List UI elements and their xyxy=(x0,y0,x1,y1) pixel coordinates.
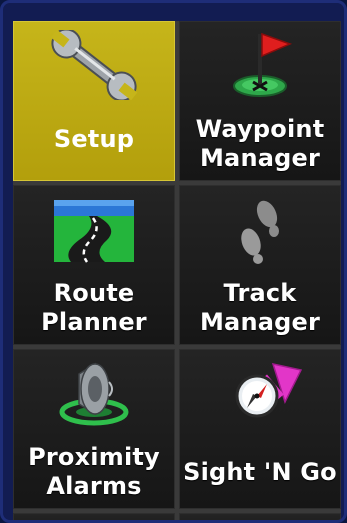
compass-icon xyxy=(235,362,303,418)
wrench-icon xyxy=(50,30,138,100)
waypoint-manager-label: Waypoint Manager xyxy=(195,115,325,172)
flag-icon xyxy=(233,32,293,97)
partial-tile-right[interactable] xyxy=(179,513,341,520)
speaker-icon xyxy=(59,362,129,426)
sight-n-go-label: Sight 'N Go xyxy=(183,458,337,486)
menu-grid: Setup Waypoint Manager Route Planner Tra… xyxy=(13,21,341,520)
setup-tile[interactable]: Setup xyxy=(13,21,175,181)
track-manager-label: Track Manager xyxy=(199,279,321,336)
footprints-icon xyxy=(241,200,279,264)
waypoint-manager-tile[interactable]: Waypoint Manager xyxy=(179,21,341,181)
road-icon xyxy=(54,200,134,263)
main-menu-frame: Setup Waypoint Manager Route Planner Tra… xyxy=(0,0,347,523)
proximity-alarms-label: Proximity Alarms xyxy=(28,443,160,500)
route-planner-tile[interactable]: Route Planner xyxy=(13,185,175,345)
route-planner-label: Route Planner xyxy=(41,279,147,336)
proximity-alarms-tile[interactable]: Proximity Alarms xyxy=(13,349,175,509)
track-manager-tile[interactable]: Track Manager xyxy=(179,185,341,345)
partial-tile-left[interactable] xyxy=(13,513,175,520)
setup-label: Setup xyxy=(53,125,135,153)
sight-n-go-tile[interactable]: Sight 'N Go xyxy=(179,349,341,509)
